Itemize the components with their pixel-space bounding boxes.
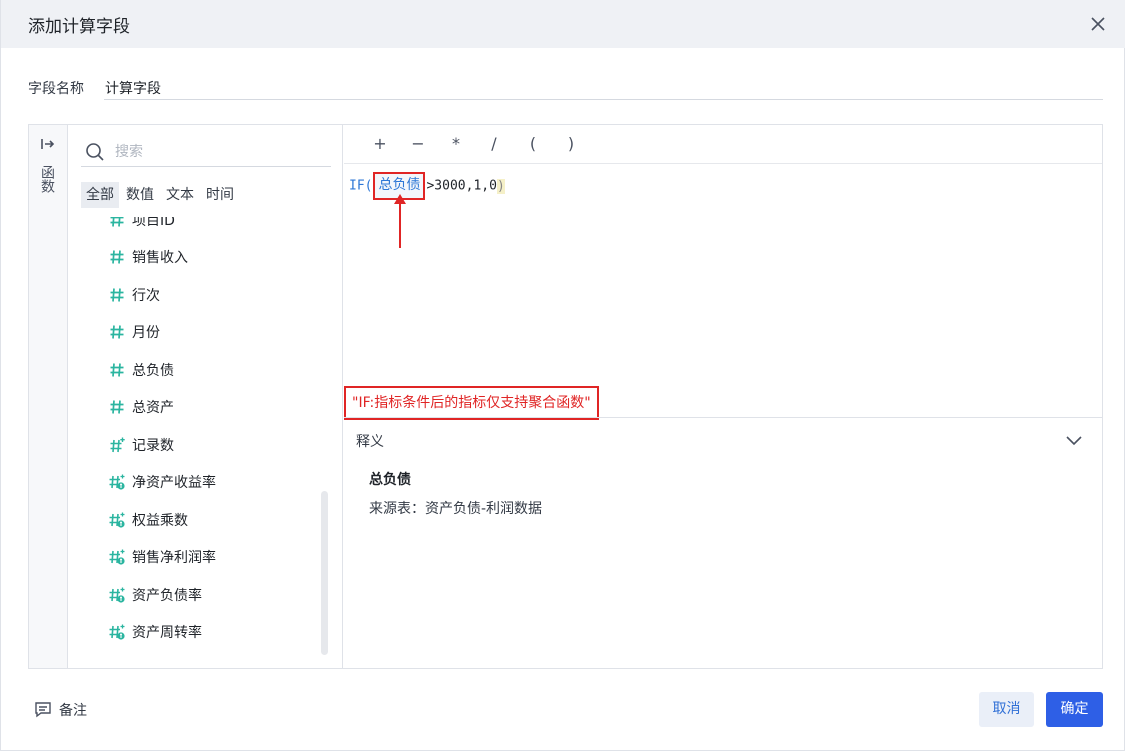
field-list-item[interactable]: 权益乘数 xyxy=(69,501,329,539)
divide-operator-button[interactable]: / xyxy=(482,132,506,156)
formula-field-icon xyxy=(109,512,125,528)
multiply-operator-button[interactable]: * xyxy=(444,132,468,156)
formula-field-icon xyxy=(109,587,125,603)
formula-condition: >3000,1,0 xyxy=(426,178,497,194)
formula-field-icon xyxy=(109,549,125,565)
field-list-item[interactable]: 行次 xyxy=(69,276,329,314)
tab-all[interactable]: 全部 xyxy=(81,182,119,208)
remark-button[interactable]: 备注 xyxy=(34,699,87,721)
field-list-item[interactable]: 项目ID xyxy=(69,217,329,239)
field-list-item[interactable]: 记录数 xyxy=(69,426,329,464)
field-label: 行次 xyxy=(132,287,160,304)
explanation-source: 来源表：资产负债-利润数据 xyxy=(369,501,543,517)
field-list-item[interactable]: 资产负债率 xyxy=(69,576,329,614)
dialog-title: 添加计算字段 xyxy=(28,17,130,37)
explanation-title: 释义 xyxy=(356,434,384,450)
plus-operator-button[interactable]: + xyxy=(368,132,392,156)
operator-toolbar: + − * / ( ) xyxy=(344,125,1102,164)
formula-function: IF( xyxy=(349,178,373,194)
tab-text[interactable]: 文本 xyxy=(161,182,199,208)
left-paren-button[interactable]: ( xyxy=(521,132,545,156)
annotation-arrow-icon xyxy=(394,194,406,248)
formula-field-icon xyxy=(109,624,125,640)
field-list-item[interactable]: 净资产收益率 xyxy=(69,464,329,502)
function-label[interactable]: 函数 xyxy=(39,165,58,193)
number-field-icon xyxy=(109,324,125,340)
number-field-icon xyxy=(109,362,125,378)
field-label: 销售净利润率 xyxy=(132,550,216,567)
field-panel: 全部 数值 文本 时间 项目ID 销售收入行次月份总负债总资产记录数净资产收益率权… xyxy=(69,125,343,668)
field-label: 净资产收益率 xyxy=(132,475,216,492)
field-list-viewport: 项目ID 销售收入行次月份总负债总资产记录数净资产收益率 权益乘数销售净利润率 资产负… xyxy=(69,217,343,657)
comment-icon xyxy=(35,702,51,718)
field-label: 总负债 xyxy=(132,362,174,379)
field-label: 资产周转率 xyxy=(132,625,202,642)
field-label: 权益乘数 xyxy=(132,512,188,529)
number-field-icon xyxy=(109,399,125,415)
field-list-item[interactable]: 总资产 xyxy=(69,389,329,427)
formula-close-paren: ) xyxy=(496,178,505,194)
search-box[interactable] xyxy=(81,137,331,167)
close-button[interactable] xyxy=(1084,10,1112,38)
field-name-label: 字段名称 xyxy=(28,81,84,97)
cancel-button[interactable]: 取消 xyxy=(979,692,1034,727)
dialog-header: 添加计算字段 xyxy=(1,0,1125,48)
field-list: 项目ID 销售收入行次月份总负债总资产记录数净资产收益率 权益乘数销售净利润率 资产负… xyxy=(69,217,329,651)
minus-operator-button[interactable]: − xyxy=(406,132,430,156)
field-name-input[interactable] xyxy=(104,76,1103,100)
field-list-item[interactable]: 月份 xyxy=(69,314,329,352)
field-label: 项目ID xyxy=(132,217,175,229)
remark-label: 备注 xyxy=(59,703,87,719)
field-list-item[interactable]: 销售收入 xyxy=(69,239,329,277)
tab-number[interactable]: 数值 xyxy=(121,182,159,208)
field-list-item[interactable]: 销售净利润率 xyxy=(69,539,329,577)
function-panel-toggle[interactable]: 函数 xyxy=(29,125,68,668)
right-paren-button[interactable]: ) xyxy=(559,132,583,156)
number-field-icon xyxy=(109,249,125,265)
confirm-button[interactable]: 确定 xyxy=(1046,692,1103,727)
field-list-scrollbar[interactable] xyxy=(321,491,328,655)
field-label: 资产负债率 xyxy=(132,587,202,604)
field-list-item[interactable]: 资产周转率 xyxy=(69,614,329,652)
field-list-item[interactable]: 总负债 xyxy=(69,351,329,389)
calculated-field-icon xyxy=(109,437,125,453)
collapse-arrow-icon[interactable] xyxy=(40,136,56,152)
editor-area: 函数 全部 数值 文本 时间 项目ID销售收入行次月份总负债总资产记录数净资产收… xyxy=(28,124,1103,669)
error-message: "IF:指标条件后的指标仅支持聚合函数" xyxy=(344,386,599,420)
formula-field-icon xyxy=(109,474,125,490)
explanation-field-name: 总负债 xyxy=(369,472,411,488)
tab-time[interactable]: 时间 xyxy=(201,182,239,208)
add-calculated-field-dialog: 添加计算字段 字段名称 函数 xyxy=(0,0,1125,751)
formula-input[interactable]: IF(总负债 >3000,1,0) xyxy=(349,172,505,200)
search-input[interactable] xyxy=(115,141,325,163)
field-label: 总资产 xyxy=(132,400,174,417)
field-label: 销售收入 xyxy=(132,250,188,267)
field-label: 记录数 xyxy=(132,437,174,454)
number-field-icon xyxy=(109,287,125,303)
filter-tabs: 全部 数值 文本 时间 xyxy=(81,182,241,208)
chevron-down-icon[interactable] xyxy=(1064,430,1084,450)
field-name-row: 字段名称 xyxy=(28,76,1103,102)
search-icon xyxy=(86,143,104,161)
formula-editor: + − * / ( ) IF(总负债 >3000,1,0) "IF:指标条件后的指… xyxy=(344,125,1102,668)
close-icon xyxy=(1091,17,1105,31)
explanation-panel: 释义 总负债 来源表：资产负债-利润数据 xyxy=(344,417,1102,668)
field-label: 月份 xyxy=(132,325,160,342)
number-field-icon xyxy=(109,217,125,228)
